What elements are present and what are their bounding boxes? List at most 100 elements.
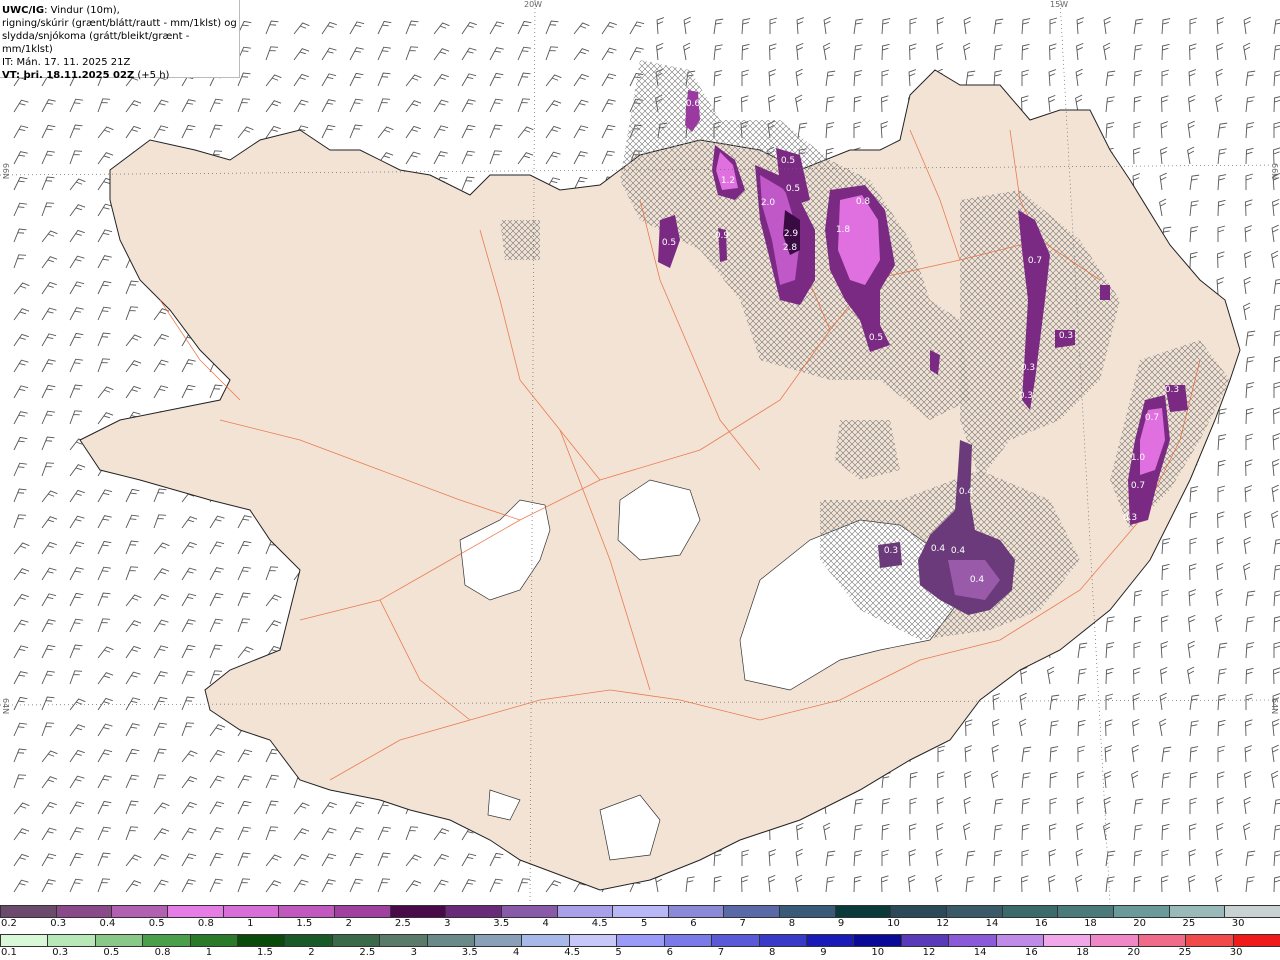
precip-value-label: 0.7 — [1131, 481, 1145, 491]
precip-value-label: 0.3 — [1123, 513, 1137, 523]
legend-tick-label: 6 — [690, 918, 697, 929]
legend-tick-label: 1.5 — [257, 947, 273, 958]
legend-swatch — [166, 905, 224, 918]
legend-swatch — [948, 934, 997, 947]
legend-tick-label: 0.5 — [103, 947, 120, 958]
legend-swatch — [379, 934, 428, 947]
legend-swatch — [779, 905, 836, 918]
legend-tick-label: 18 — [1076, 947, 1089, 958]
legend-swatch — [1001, 905, 1059, 918]
precip-value-label: 0.3 — [884, 546, 898, 556]
legend-tick-label: 0.1 — [1, 947, 17, 958]
legend-tick-label: 3 — [444, 918, 451, 929]
snow-legend-row: 0.2 0.3 0.4 0.5 0.8 1 1.5 2 2.5 3 3.5 4 4.5 5 6 7 8 9 10 12… — [0, 903, 1280, 932]
legend-swatch — [1113, 905, 1170, 918]
legend-tick-label: 10 — [871, 947, 885, 958]
lat-label-66n-left: 66N — [1, 163, 10, 180]
legend-swatch — [0, 934, 49, 947]
precip-value-label: 0.3 — [1019, 391, 1033, 401]
legend-tick-label: 30 — [1231, 918, 1245, 929]
legend-swatch — [94, 934, 144, 947]
legend-tick-label: 20 — [1127, 947, 1141, 958]
legend-swatch — [189, 934, 239, 947]
valid-time: VT: þri. 18.11.2025 02Z — [2, 70, 135, 81]
legend-tick-label: 10 — [887, 918, 900, 929]
legend-swatch — [612, 905, 669, 918]
legend-swatch — [853, 934, 902, 947]
legend-swatch — [111, 905, 168, 918]
legend-swatch — [1090, 934, 1139, 947]
title-text: : Vindur (10m), — [44, 5, 120, 16]
lat-label-64n-right: 64N — [1270, 698, 1279, 715]
legend-tick-label: 30 — [1229, 947, 1243, 958]
valid-time-line: VT: þri. 18.11.2025 02Z (+5 h) — [2, 69, 237, 82]
legend-tick-label: 14 — [985, 918, 999, 929]
legend-swatch — [805, 934, 855, 947]
legend-swatch — [222, 905, 280, 918]
legend-swatch — [278, 905, 335, 918]
legend-swatch — [55, 905, 113, 918]
legend-tick-label: 0.3 — [50, 918, 67, 929]
subtitle-line-rain: rigning/skúrir (grænt/blátt/rautt - mm/1… — [2, 18, 237, 29]
legend-tick-label: 3 — [410, 947, 417, 958]
legend-tick-label: 4.5 — [591, 918, 608, 929]
legend-swatch — [445, 905, 502, 918]
model-name: UWC/IG — [2, 5, 45, 16]
legend-swatch — [47, 934, 96, 947]
legend-tick-label: 7 — [717, 947, 725, 958]
precip-value-label: 0.3 — [1021, 363, 1035, 373]
legend-tick-label: 0.3 — [52, 947, 69, 958]
legend-swatch — [1224, 905, 1280, 918]
lat-label-64n-left: 64N — [1, 698, 10, 715]
precip-value-label: 0.5 — [869, 333, 883, 343]
legend-tick-label: 0.5 — [148, 918, 165, 929]
legend-tick-label: 4 — [513, 947, 520, 958]
precip-value-label: 0.5 — [786, 184, 800, 194]
precip-value-label: 0.6 — [686, 99, 701, 109]
legend-tick-label: 7 — [739, 918, 746, 929]
legend-swatch — [946, 905, 1003, 918]
legend-swatch — [556, 905, 614, 918]
precip-value-label: 0.7 — [1028, 256, 1042, 266]
legend-tick-label: 5 — [641, 918, 648, 929]
legend-tick-label: 8 — [769, 947, 776, 958]
title-line: UWC/IG: Vindur (10m), — [2, 4, 237, 17]
weather-map: 0.6 1.2 0.5 0.5 2.0 0.9 2.9 2.8 1.8 0.5 0.8 0.7 0.3 0… — [0, 0, 1280, 903]
legend-swatch — [331, 934, 381, 947]
legend-tick-label: 2.5 — [359, 947, 376, 958]
legend-swatch — [521, 934, 570, 947]
legend-tick-label: 2 — [345, 918, 352, 929]
legend-swatch — [758, 934, 807, 947]
precip-value-label: 2.0 — [761, 198, 776, 208]
precip-value-label: 0.4 — [931, 544, 946, 554]
legend-swatch — [426, 934, 476, 947]
legend-swatch — [834, 905, 892, 918]
precip-value-label: 1.8 — [836, 225, 851, 235]
lead-time: (+5 h) — [137, 70, 170, 81]
precip-value-label: 0.7 — [1145, 413, 1159, 423]
legend-swatch — [1042, 934, 1092, 947]
legend-tick-label: 0.8 — [197, 918, 214, 929]
legend-tick-label: 25 — [1178, 947, 1192, 958]
legend-swatch — [900, 934, 950, 947]
lon-label-15w: 15W — [1050, 0, 1069, 9]
precip-value-label: 2.9 — [784, 229, 799, 239]
legend-swatch — [890, 905, 948, 918]
legend-tick-label: 1.5 — [296, 918, 313, 929]
legend-swatch — [1137, 934, 1187, 947]
lat-label-66n-right: 66N — [1270, 163, 1279, 180]
legend-tick-label: 18 — [1084, 918, 1097, 929]
legend-swatch — [568, 934, 618, 947]
precip-value-label: 1.2 — [721, 176, 735, 186]
legend-swatch — [500, 905, 558, 918]
precip-value-label: 0.8 — [856, 197, 871, 207]
subtitle-line-snow: slydda/snjókoma (grátt/bleikt/grænt - mm… — [2, 31, 190, 55]
precip-value-label: 0.5 — [662, 238, 676, 248]
legend-tick-label: 3.5 — [461, 947, 478, 958]
rain-legend-row: 0.1 0.3 0.5 0.8 1 1.5 2 2.5 3 3.5 4 4.5 5 6 7 8 9 10 12 14 1… — [0, 932, 1280, 960]
legend-tick-label: 9 — [820, 947, 827, 958]
legend-tick-label: 6 — [666, 947, 673, 958]
legend-swatch — [333, 905, 391, 918]
initial-time: IT: Mán. 17. 11. 2025 21Z — [2, 57, 131, 68]
legend-swatch — [663, 934, 713, 947]
